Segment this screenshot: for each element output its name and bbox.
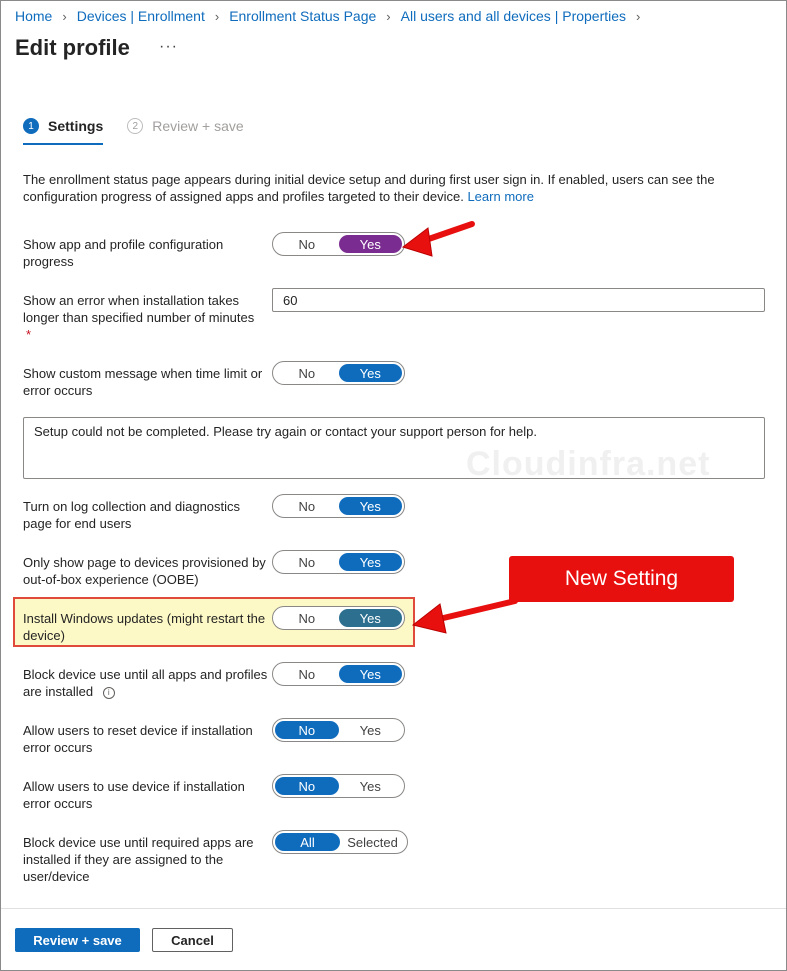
toggle-option-yes[interactable]: Yes (338, 553, 402, 571)
toggle-option-no[interactable]: No (275, 721, 339, 739)
intro-description: The enrollment status page appears durin… (23, 171, 743, 205)
toggle-option-yes[interactable]: Yes (338, 235, 402, 253)
info-icon[interactable]: i (102, 686, 115, 699)
oobe-only-toggle[interactable]: No Yes (272, 550, 405, 574)
setting-label-windows-updates: Install Windows updates (might restart t… (23, 611, 266, 643)
new-setting-callout: New Setting (509, 556, 734, 602)
chevron-right-icon: › (214, 8, 220, 24)
cancel-button[interactable]: Cancel (152, 928, 233, 952)
block-until-installed-label: Block device use until all apps and prof… (23, 667, 268, 699)
chevron-right-icon: › (62, 8, 67, 24)
chevron-right-icon: › (386, 8, 391, 24)
tab-settings[interactable]: 1 Settings (23, 118, 104, 145)
chevron-right-icon: › (636, 8, 641, 24)
setting-label-allow-use: Allow users to use device if installatio… (23, 779, 245, 811)
step-label-settings: Settings (48, 118, 104, 134)
step-number-2: 2 (127, 118, 144, 134)
toggle-option-yes[interactable]: Yes (339, 777, 403, 795)
windows-updates-toggle[interactable]: No Yes (272, 606, 405, 630)
review-save-button[interactable]: Review + save (15, 928, 140, 952)
intro-text: The enrollment status page appears durin… (23, 172, 715, 204)
setting-label-custom-message: Show custom message when time limit or e… (23, 366, 263, 398)
setting-label-show-progress: Show app and profile configuration progr… (23, 237, 224, 269)
toggle-option-yes[interactable]: Yes (338, 364, 402, 382)
breadcrumb-properties[interactable]: All users and all devices | Properties (401, 8, 626, 24)
setting-label-log-collection: Turn on log collection and diagnostics p… (23, 499, 241, 531)
breadcrumb-home[interactable]: Home (15, 8, 52, 24)
setting-label-oobe-only: Only show page to devices provisioned by… (23, 555, 266, 587)
toggle-option-no[interactable]: No (275, 364, 339, 382)
footer-divider (1, 908, 786, 909)
breadcrumb-devices-enrollment[interactable]: Devices | Enrollment (77, 8, 205, 24)
allow-use-toggle[interactable]: No Yes (272, 774, 405, 798)
toggle-option-yes[interactable]: Yes (338, 665, 402, 683)
toggle-option-yes[interactable]: Yes (338, 497, 402, 515)
show-progress-toggle[interactable]: No Yes (272, 232, 405, 256)
toggle-option-yes[interactable]: Yes (339, 721, 403, 739)
toggle-option-all[interactable]: All (275, 833, 340, 851)
toggle-option-selected[interactable]: Selected (340, 833, 405, 851)
watermark: Cloudinfra.net (466, 445, 711, 483)
breadcrumb-esp[interactable]: Enrollment Status Page (229, 8, 376, 24)
wizard-steps: 1 Settings 2 Review + save (23, 118, 244, 145)
toggle-option-no[interactable]: No (275, 777, 339, 795)
learn-more-link[interactable]: Learn more (467, 189, 533, 204)
error-minutes-label: Show an error when installation takes lo… (23, 293, 255, 325)
allow-reset-toggle[interactable]: No Yes (272, 718, 405, 742)
log-collection-toggle[interactable]: No Yes (272, 494, 405, 518)
breadcrumb: Home › Devices | Enrollment › Enrollment… (15, 8, 650, 24)
toggle-option-yes[interactable]: Yes (338, 609, 402, 627)
block-required-toggle[interactable]: All Selected (272, 830, 408, 854)
toggle-option-no[interactable]: No (275, 609, 339, 627)
step-label-review-save: Review + save (152, 118, 244, 134)
setting-label-block-until-installed: Block device use until all apps and prof… (23, 666, 268, 700)
setting-label-block-required: Block device use until required apps are… (23, 835, 254, 884)
toggle-option-no[interactable]: No (275, 553, 339, 571)
block-until-installed-toggle[interactable]: No Yes (272, 662, 405, 686)
more-options-icon[interactable]: ··· (159, 38, 178, 56)
step-number-1: 1 (23, 118, 39, 134)
page-title: Edit profile (15, 35, 130, 60)
required-marker: * (26, 327, 32, 342)
toggle-option-no[interactable]: No (275, 497, 339, 515)
setting-label-error-minutes: Show an error when installation takes lo… (23, 292, 268, 343)
page-frame (0, 0, 787, 971)
tab-review-save[interactable]: 2 Review + save (127, 118, 244, 141)
toggle-option-no[interactable]: No (275, 665, 339, 683)
setting-label-allow-reset: Allow users to reset device if installat… (23, 723, 253, 755)
toggle-option-no[interactable]: No (275, 235, 339, 253)
error-minutes-input[interactable]: 60 (272, 288, 765, 312)
custom-message-toggle[interactable]: No Yes (272, 361, 405, 385)
